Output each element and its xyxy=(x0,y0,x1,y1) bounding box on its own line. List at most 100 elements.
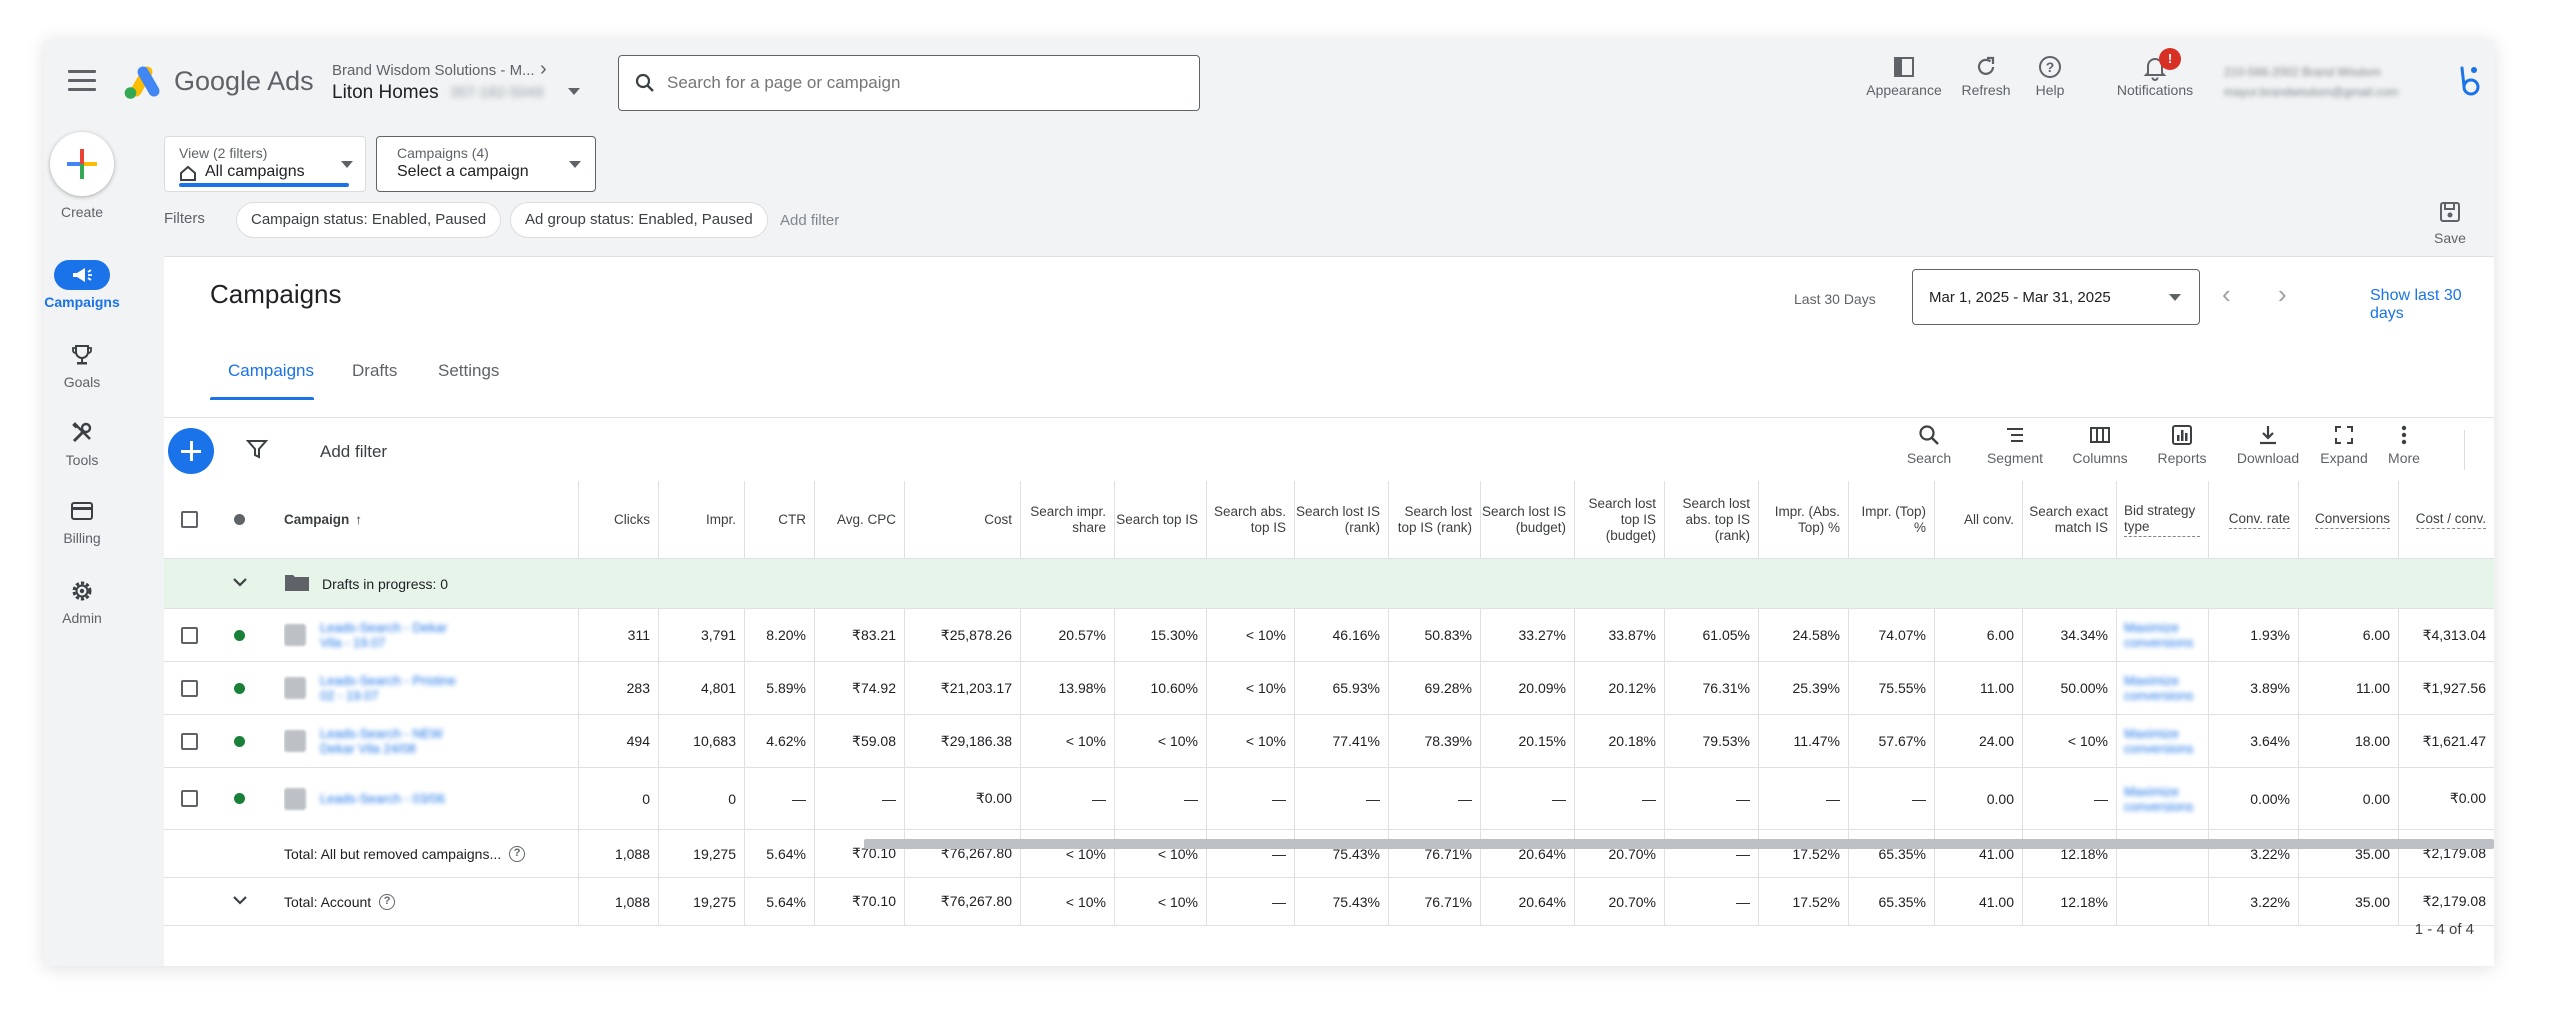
more-label: More xyxy=(2388,450,2420,466)
filter-icon[interactable] xyxy=(246,438,268,460)
status-enabled-dot[interactable] xyxy=(233,793,245,804)
date-range-picker[interactable]: Mar 1, 2025 - Mar 31, 2025 xyxy=(1912,269,2200,325)
columns-button[interactable]: Columns xyxy=(2070,424,2130,466)
tab-settings[interactable]: Settings xyxy=(438,361,499,381)
column-header-ctr[interactable]: CTR xyxy=(744,481,814,558)
add-filter-button[interactable]: Add filter xyxy=(320,442,387,462)
status-enabled-dot[interactable] xyxy=(233,682,245,694)
nav-item-goals[interactable]: Goals xyxy=(44,340,120,390)
next-period-icon[interactable]: › xyxy=(2278,279,2287,309)
add-campaign-button[interactable] xyxy=(168,428,214,474)
select-all-checkbox[interactable] xyxy=(180,511,198,528)
refresh-button[interactable]: Refresh xyxy=(1956,52,2016,98)
row-checkbox[interactable] xyxy=(180,679,198,697)
column-header-search-exact-match-is[interactable]: Search exact match IS xyxy=(2022,481,2116,558)
menu-icon[interactable] xyxy=(68,70,96,92)
nav-item-tools[interactable]: Tools xyxy=(44,418,120,468)
column-header-impr[interactable]: Impr. xyxy=(658,481,744,558)
tab-campaigns[interactable]: Campaigns xyxy=(228,361,314,381)
column-header-search-lost-abs-top-is-rank[interactable]: Search lost abs. top IS (rank) xyxy=(1664,481,1758,558)
show-last-30-days-link[interactable]: Show last 30 days xyxy=(2370,287,2494,323)
search-input[interactable] xyxy=(667,68,1167,98)
reports-button[interactable]: Reports xyxy=(2154,424,2210,466)
create-button[interactable] xyxy=(50,132,114,196)
notifications-button[interactable]: ! Notifications xyxy=(2108,48,2202,98)
column-header-campaign[interactable]: Campaign ↑ xyxy=(284,481,574,558)
column-header-clicks[interactable]: Clicks xyxy=(578,481,658,558)
cell-conversions: 11.00 xyxy=(2356,680,2390,696)
bid-strategy-link[interactable]: Maximize conversions xyxy=(2124,726,2200,756)
campaign-name-cell: Leads-Search - NEW Dekar Vila 24/08 xyxy=(284,715,574,767)
column-header-search-top-is[interactable]: Search top IS xyxy=(1114,481,1206,558)
save-button[interactable]: Save xyxy=(2424,200,2476,246)
search-campaign-icon xyxy=(284,677,306,699)
campaign-name-link[interactable]: Leads-Search - Dekar Vila - 19.07 xyxy=(320,620,470,650)
row-checkbox[interactable] xyxy=(180,626,198,644)
column-header-search-lost-is-budget[interactable]: Search lost IS (budget) xyxy=(1480,481,1574,558)
cell-search-lost-top-is-rank: 69.28% xyxy=(1424,680,1472,696)
column-header-conv-rate[interactable]: Conv. rate xyxy=(2208,481,2298,558)
campaign-selector[interactable]: Campaigns (4) Select a campaign xyxy=(376,136,596,192)
column-header-impr-abs-top[interactable]: Impr. (Abs. Top) % xyxy=(1758,481,1848,558)
help-button[interactable]: ? Help xyxy=(2028,52,2072,98)
profile-avatar-icon[interactable] xyxy=(2454,64,2484,100)
add-filter-link[interactable]: Add filter xyxy=(780,212,839,229)
row-checkbox[interactable] xyxy=(180,790,198,807)
column-header-search-abs-top-is[interactable]: Search abs. top IS xyxy=(1206,481,1294,558)
column-header-avg-cpc[interactable]: Avg. CPC xyxy=(814,481,904,558)
bid-strategy-link[interactable]: Maximize conversions xyxy=(2124,673,2200,703)
status-enabled-dot[interactable] xyxy=(233,629,245,641)
bid-strategy-link[interactable]: Maximize conversions xyxy=(2124,620,2200,650)
column-header-all-conv[interactable]: All conv. xyxy=(1934,481,2022,558)
column-header-bid-strategy-type[interactable]: Bid strategy type xyxy=(2116,481,2208,558)
column-header-search-impr-share[interactable]: Search impr. share xyxy=(1020,481,1114,558)
tab-drafts[interactable]: Drafts xyxy=(352,361,397,381)
download-button[interactable]: Download xyxy=(2232,424,2304,466)
search-button[interactable]: Search xyxy=(1904,424,1954,466)
column-header-search-lost-top-is-rank[interactable]: Search lost top IS (rank) xyxy=(1388,481,1480,558)
account-name[interactable]: Liton Homes xyxy=(332,82,439,104)
appearance-button[interactable]: Appearance xyxy=(1862,52,1946,98)
campaign-name-link[interactable]: Leads-Search - NEW Dekar Vila 24/08 xyxy=(320,726,470,756)
column-header-conversions[interactable]: Conversions xyxy=(2298,481,2398,558)
notification-badge: ! xyxy=(2159,48,2181,70)
column-header-label: Avg. CPC xyxy=(836,511,896,527)
view-selector[interactable]: View (2 filters) All campaigns xyxy=(164,136,366,192)
help-icon[interactable]: ? xyxy=(379,893,396,910)
row-checkbox[interactable] xyxy=(180,732,198,750)
status-enabled-dot[interactable] xyxy=(233,735,245,747)
campaign-name-link[interactable]: Leads-Search - 03/06 xyxy=(320,791,470,806)
chevron-down-icon[interactable] xyxy=(230,572,250,595)
column-header-cost-per-conv[interactable]: Cost / conv. xyxy=(2398,481,2494,558)
campaign-name-link[interactable]: Leads-Search - Pristine 02 - 19.07 xyxy=(320,673,470,703)
nav-item-admin[interactable]: Admin xyxy=(44,576,120,626)
nav-item-billing[interactable]: Billing xyxy=(44,496,120,546)
horizontal-scrollbar[interactable] xyxy=(864,839,2494,849)
user-account-info[interactable]: 210-566-2002 Brand Wisdom mayur.brandwis… xyxy=(2224,62,2474,102)
chevron-right-icon[interactable]: › xyxy=(540,58,547,81)
total-impr-abs-top: 17.52% xyxy=(1792,893,1840,910)
expand-button[interactable]: Expand xyxy=(2316,424,2372,466)
previous-period-icon[interactable]: ‹ xyxy=(2222,279,2231,309)
cell-search-abs-top-is: < 10% xyxy=(1245,733,1286,749)
campaigns-icon xyxy=(54,260,110,290)
account-manager-name[interactable]: Brand Wisdom Solutions - M... xyxy=(332,62,535,79)
dropdown-arrow-icon xyxy=(569,161,581,168)
total-label: Total: Account xyxy=(284,893,372,910)
sort-arrow-up-icon[interactable]: ↑ xyxy=(355,512,362,528)
column-header-impr-top[interactable]: Impr. (Top) % xyxy=(1848,481,1934,558)
bid-strategy-link[interactable]: Maximize conversions xyxy=(2124,784,2200,814)
column-header-search-lost-top-is-budget[interactable]: Search lost top IS (budget) xyxy=(1574,481,1664,558)
create-label[interactable]: Create xyxy=(44,204,120,220)
nav-item-campaigns[interactable]: Campaigns xyxy=(44,260,120,310)
more-button[interactable]: More xyxy=(2384,424,2424,466)
account-dropdown-icon[interactable] xyxy=(568,88,580,95)
filter-chip-campaign-status[interactable]: Campaign status: Enabled, Paused xyxy=(236,202,502,238)
help-icon[interactable]: ? xyxy=(509,845,526,862)
chevron-down-icon[interactable] xyxy=(230,890,250,913)
search-box[interactable] xyxy=(618,55,1200,111)
segment-button[interactable]: Segment xyxy=(1982,424,2048,466)
filter-chip-ad-group-status[interactable]: Ad group status: Enabled, Paused xyxy=(510,202,768,238)
column-header-cost[interactable]: Cost xyxy=(904,481,1020,558)
column-header-search-lost-is-rank[interactable]: Search lost IS (rank) xyxy=(1294,481,1388,558)
